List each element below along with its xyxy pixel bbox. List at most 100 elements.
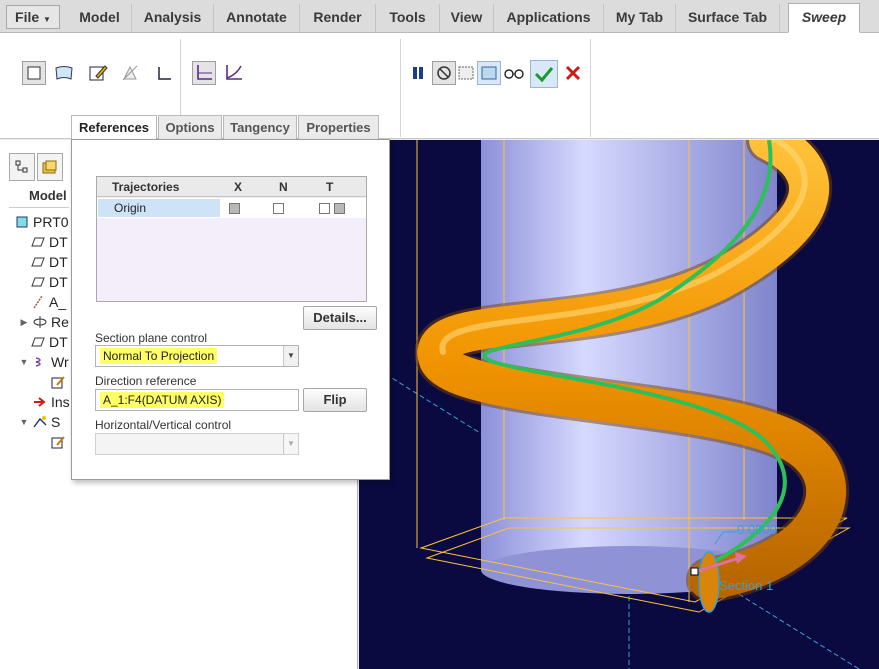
start-point-handle[interactable] xyxy=(690,567,699,576)
tree-row-sketch[interactable] xyxy=(50,372,69,392)
t-checkbox-alt[interactable] xyxy=(334,203,345,214)
tab-properties[interactable]: Properties xyxy=(298,115,379,140)
direction-reference-value: A_1:F4(DATUM AXIS) xyxy=(100,392,225,408)
tab-sweep[interactable]: Sweep xyxy=(788,3,860,33)
expand-arrow-icon[interactable]: ▶ xyxy=(18,312,30,332)
tab-analysis[interactable]: Analysis xyxy=(132,4,214,32)
graphics-viewport[interactable]: 0.0000 Section 1 xyxy=(359,140,879,669)
checkmark-icon xyxy=(534,67,554,83)
tree-row-label: DT xyxy=(49,334,68,350)
tree-row-label: DT xyxy=(49,274,68,290)
col-t: T xyxy=(326,180,334,194)
details-button[interactable]: Details... xyxy=(303,306,377,330)
tab-file-label: File xyxy=(15,9,40,25)
dimension-label[interactable]: 0.0000 xyxy=(737,522,777,537)
tab-my-tab[interactable]: My Tab xyxy=(604,4,676,32)
col-x: X xyxy=(234,180,243,194)
verify-glasses-button[interactable] xyxy=(502,61,526,85)
tab-render[interactable]: Render xyxy=(300,4,376,32)
tab-tangency[interactable]: Tangency xyxy=(223,115,297,140)
wrap-icon xyxy=(32,354,48,370)
constant-section-button[interactable] xyxy=(192,61,216,85)
flip-button[interactable]: Flip xyxy=(303,388,367,412)
sketch-section-button[interactable] xyxy=(86,61,110,85)
tree-row-label: DT xyxy=(49,254,68,270)
no-preview-icon xyxy=(437,66,451,80)
variable-section-button[interactable] xyxy=(222,61,246,85)
tree-row-insert-here[interactable]: Ins xyxy=(32,392,70,412)
direction-reference-label: Direction reference xyxy=(95,374,197,388)
direction-reference-field[interactable]: A_1:F4(DATUM AXIS) xyxy=(95,389,299,411)
trajectories-table-header: Trajectories X N T xyxy=(97,177,366,197)
tree-row-label: S xyxy=(51,414,61,430)
remove-material-button[interactable] xyxy=(118,61,142,85)
thicken-button[interactable] xyxy=(152,61,176,85)
tab-surface-tab[interactable]: Surface Tab xyxy=(676,4,780,32)
tab-model[interactable]: Model xyxy=(68,4,132,32)
sketch-icon xyxy=(50,374,66,390)
tab-file[interactable]: File ▼ xyxy=(6,5,60,29)
preview-geometry-icon xyxy=(458,66,474,80)
ok-button[interactable] xyxy=(530,60,558,88)
tree-row-datum-axis[interactable]: A_ xyxy=(30,292,66,312)
hv-control-select[interactable]: ▼ xyxy=(95,433,299,455)
trajectory-name[interactable]: Origin xyxy=(98,199,220,217)
references-panel: Trajectories X N T Origin Details... Sec… xyxy=(71,139,390,480)
cancel-button[interactable] xyxy=(561,61,585,85)
solid-sweep-button[interactable] xyxy=(22,61,46,85)
verify-mode-button[interactable] xyxy=(477,61,501,85)
tree-row-label: Re xyxy=(51,314,69,330)
datum-axis-icon xyxy=(30,294,46,310)
sketch-icon xyxy=(89,65,108,81)
pause-icon xyxy=(413,67,423,79)
tree-row-datum-plane[interactable]: DT xyxy=(30,332,68,352)
thicken-icon xyxy=(158,67,171,80)
tree-row-datum-plane[interactable]: DT xyxy=(30,232,68,252)
collapse-arrow-icon[interactable]: ▼ xyxy=(18,412,30,432)
datum-plane-icon xyxy=(30,254,46,270)
section-label: Section 1 xyxy=(719,578,773,593)
table-row[interactable]: Origin xyxy=(97,198,366,218)
variable-section-icon xyxy=(226,65,242,80)
section-plane-control-value: Normal To Projection xyxy=(100,348,218,364)
model-tree-tab[interactable] xyxy=(9,153,35,181)
tree-row-datum-plane[interactable]: DT xyxy=(30,252,68,272)
model-graphics: 0.0000 Section 1 xyxy=(378,140,860,669)
surface-icon xyxy=(55,66,73,80)
tab-applications[interactable]: Applications xyxy=(494,4,604,32)
tree-row-sweep[interactable]: ▼ S xyxy=(18,412,61,432)
t-checkbox[interactable] xyxy=(319,203,330,214)
trajectories-table: Trajectories X N T Origin xyxy=(96,176,367,302)
model-tree-header: Model xyxy=(9,184,69,208)
tree-row-sketch[interactable] xyxy=(50,432,69,452)
remove-material-icon xyxy=(122,65,138,81)
folder-browser-tab[interactable] xyxy=(37,153,63,181)
preview-geometry-button[interactable] xyxy=(454,61,478,85)
collapse-arrow-icon[interactable]: ▼ xyxy=(18,352,30,372)
revolve-icon xyxy=(32,314,48,330)
tab-tools[interactable]: Tools xyxy=(376,4,440,32)
tree-row-revolve[interactable]: ▶ Re xyxy=(18,312,69,332)
tree-row-wrap[interactable]: ▼ Wr xyxy=(18,352,69,372)
hv-control-label: Horizontal/Vertical control xyxy=(95,418,232,432)
tab-view[interactable]: View xyxy=(440,4,494,32)
tree-row-datum-plane[interactable]: DT xyxy=(30,272,68,292)
pause-button[interactable] xyxy=(406,61,430,85)
constant-section-icon xyxy=(197,65,212,80)
ribbon-tab-bar: File ▼ Model Analysis Annotate Render To… xyxy=(0,0,879,33)
tab-annotate[interactable]: Annotate xyxy=(214,4,300,32)
tree-row-label: DT xyxy=(49,234,68,250)
n-checkbox[interactable] xyxy=(273,203,284,214)
x-checkbox[interactable] xyxy=(229,203,240,214)
surface-sweep-button[interactable] xyxy=(52,61,76,85)
section-plane-control-select[interactable]: Normal To Projection ▼ xyxy=(95,345,299,367)
section-profile[interactable] xyxy=(698,551,720,613)
col-n: N xyxy=(279,180,288,194)
part-icon xyxy=(14,214,30,230)
tab-references[interactable]: References xyxy=(71,115,157,140)
no-preview-button[interactable] xyxy=(432,61,456,85)
datum-plane-icon xyxy=(30,234,46,250)
tab-options[interactable]: Options xyxy=(158,115,222,140)
tree-row-part[interactable]: PRT0 xyxy=(14,212,69,232)
chevron-down-icon: ▼ xyxy=(283,346,298,366)
